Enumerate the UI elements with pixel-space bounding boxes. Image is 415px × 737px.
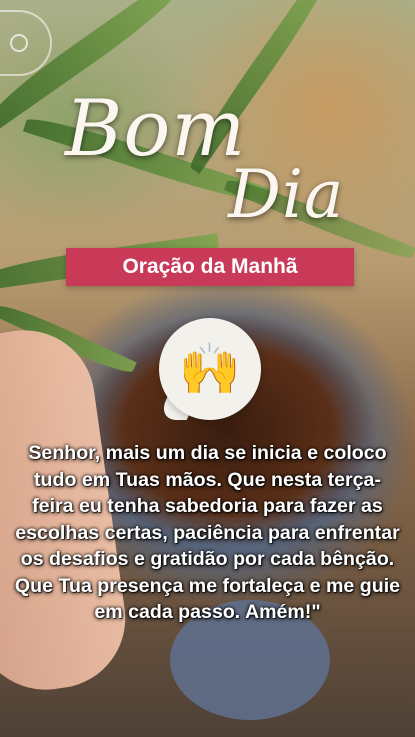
title-bom: Bom bbox=[65, 84, 247, 174]
raising-hands-icon: 🙌 bbox=[159, 318, 261, 420]
story-frame: Bom Dia Oração da Manhã 🙌 Senhor, mais u… bbox=[0, 0, 415, 737]
circle-outline-icon bbox=[10, 34, 28, 52]
banner-oracao: Oração da Manhã bbox=[66, 248, 354, 286]
sticker-emoji: 🙌 bbox=[178, 339, 242, 398]
banner-label: Oração da Manhã bbox=[122, 255, 298, 278]
title-dia: Dia bbox=[228, 156, 345, 233]
prayer-text: Senhor, mais um dia se inicia e coloco t… bbox=[14, 442, 401, 623]
